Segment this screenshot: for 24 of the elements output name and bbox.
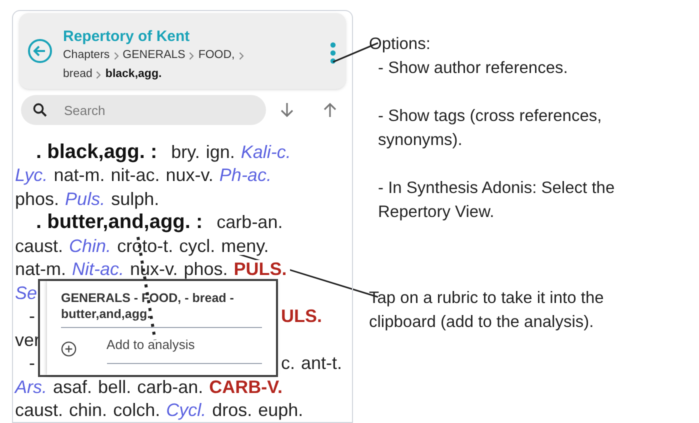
search-icon xyxy=(33,103,47,117)
breadcrumb-item[interactable]: black,agg. xyxy=(105,65,162,84)
repertory-title: Repertory of Kent xyxy=(63,28,191,46)
back-icon[interactable] xyxy=(27,38,53,64)
breadcrumb-item[interactable]: FOOD, xyxy=(198,46,235,65)
up-arrow-icon[interactable] xyxy=(323,102,337,118)
add-to-analysis-item[interactable]: Add to analysis xyxy=(106,335,262,364)
annotation-heading: Options: xyxy=(369,34,432,55)
rubric-title: GENERALS - FOOD, - bread - butter,and,agg. xyxy=(61,290,262,328)
breadcrumb-item[interactable]: bread xyxy=(63,65,92,84)
search-field[interactable]: Search xyxy=(21,95,266,125)
chevron-icon xyxy=(114,52,119,60)
annotation-text: - Show tags (cross references, synonyms). xyxy=(378,106,603,151)
more-options-icon[interactable] xyxy=(330,42,336,64)
annotation-text: - In Synthesis Adonis: Select the Repertory View. xyxy=(378,178,616,223)
annotation-text: - Show author references. xyxy=(378,58,569,79)
chevron-icon xyxy=(96,70,102,78)
breadcrumb-item[interactable]: Chapters xyxy=(63,46,110,65)
chevron-icon xyxy=(238,52,244,60)
annotation-text: Tap on a rubric to take it into the clipboard (add to the analysis). xyxy=(369,288,605,333)
down-arrow-icon[interactable] xyxy=(280,102,294,118)
chevron-icon xyxy=(189,52,194,60)
breadcrumb-item[interactable]: GENERALS xyxy=(122,46,186,65)
plus-circle-icon xyxy=(61,341,77,358)
